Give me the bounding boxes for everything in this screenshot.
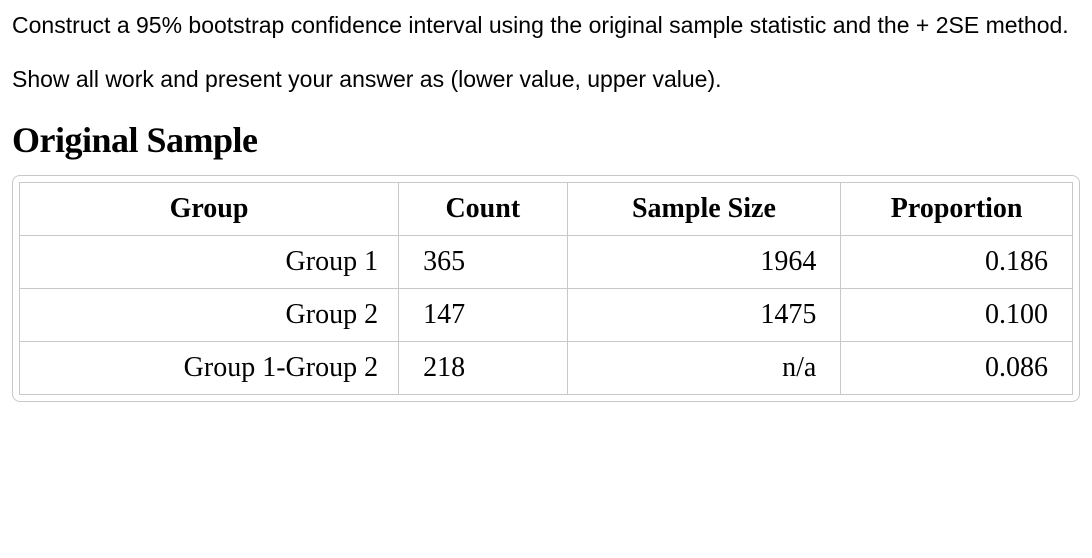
cell-group: Group 2 <box>20 289 399 342</box>
table-row: Group 1-Group 2 218 n/a 0.086 <box>20 342 1073 395</box>
cell-group: Group 1-Group 2 <box>20 342 399 395</box>
instruction-text-2: Show all work and present your answer as… <box>12 62 1080 98</box>
header-count: Count <box>399 183 567 236</box>
cell-group: Group 1 <box>20 236 399 289</box>
table-row: Group 2 147 1475 0.100 <box>20 289 1073 342</box>
instruction-text-1: Construct a 95% bootstrap confidence int… <box>12 8 1080 44</box>
cell-sample-size: 1964 <box>567 236 841 289</box>
cell-proportion: 0.100 <box>841 289 1073 342</box>
cell-proportion: 0.086 <box>841 342 1073 395</box>
table-row: Group 1 365 1964 0.186 <box>20 236 1073 289</box>
header-sample-size: Sample Size <box>567 183 841 236</box>
section-heading: Original Sample <box>12 119 1080 161</box>
sample-table: Group Count Sample Size Proportion Group… <box>19 182 1073 395</box>
cell-count: 218 <box>399 342 567 395</box>
cell-proportion: 0.186 <box>841 236 1073 289</box>
cell-sample-size: 1475 <box>567 289 841 342</box>
header-group: Group <box>20 183 399 236</box>
cell-count: 147 <box>399 289 567 342</box>
cell-count: 365 <box>399 236 567 289</box>
sample-table-wrapper: Group Count Sample Size Proportion Group… <box>12 175 1080 402</box>
header-proportion: Proportion <box>841 183 1073 236</box>
cell-sample-size: n/a <box>567 342 841 395</box>
table-header-row: Group Count Sample Size Proportion <box>20 183 1073 236</box>
